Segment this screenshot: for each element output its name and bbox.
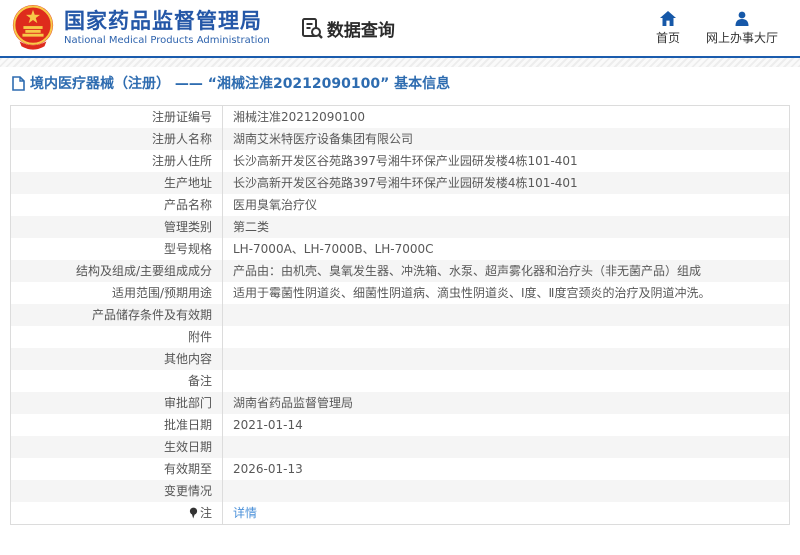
registration-info-table: 注册证编号 湘械注准20212090100 注册人名称 湖南艾米特医疗设备集团有限公司…: [10, 105, 790, 525]
row-label: 生产地址: [10, 172, 223, 194]
row-label: 注册人名称: [10, 128, 223, 150]
row-label: 变更情况: [10, 480, 223, 502]
site-title-block: 国家药品监督管理局 National Medical Products Admi…: [64, 8, 270, 47]
table-row: 生产地址 长沙高新开发区谷苑路397号湘牛环保产业园研发楼4栋101-401: [10, 172, 790, 194]
row-label: 生效日期: [10, 436, 223, 458]
table-row: 变更情况: [10, 480, 790, 502]
table-row: 注详情: [10, 502, 790, 525]
data-query-label: 数据查询: [326, 20, 395, 41]
info-table-body: 注册证编号 湘械注准20212090100 注册人名称 湖南艾米特医疗设备集团有限公司…: [10, 105, 790, 525]
row-value: 第二类: [222, 216, 790, 238]
row-label: 管理类别: [10, 216, 223, 238]
row-value: 产品由：由机壳、臭氧发生器、冲洗箱、水泵、超声雾化器和治疗头（非无菌产品）组成: [222, 260, 790, 282]
table-row: 结构及组成/主要组成成分 产品由：由机壳、臭氧发生器、冲洗箱、水泵、超声雾化器和治…: [10, 260, 790, 282]
row-label: 审批部门: [10, 392, 223, 414]
row-value: 湖南艾米特医疗设备集团有限公司: [222, 128, 790, 150]
row-label: 产品名称: [10, 194, 223, 216]
note-icon: [189, 507, 198, 519]
table-row: 备注: [10, 370, 790, 392]
table-row: 审批部门 湖南省药品监督管理局: [10, 392, 790, 414]
table-row: 附件: [10, 326, 790, 348]
row-value: 2026-01-13: [233, 462, 303, 476]
row-label: 适用范围/预期用途: [10, 282, 223, 304]
table-row: 注册人住所 长沙高新开发区谷苑路397号湘牛环保产业园研发楼4栋101-401: [10, 150, 790, 172]
row-value: 2021-01-14: [233, 418, 303, 432]
row-value: LH-7000A、LH-7000B、LH-7000C: [233, 242, 434, 256]
table-row: 适用范围/预期用途 适用于霉菌性阴道炎、细菌性阴道病、滴虫性阴道炎、Ⅰ度、Ⅱ度宫颈…: [10, 282, 790, 304]
row-label: 其他内容: [10, 348, 223, 370]
row-label: 型号规格: [10, 238, 223, 260]
nav-home-label: 首页: [655, 30, 680, 45]
row-label: 结构及组成/主要组成成分: [10, 260, 223, 282]
table-row: 产品储存条件及有效期: [10, 304, 790, 326]
row-label: 注册证编号: [10, 105, 223, 128]
detail-link[interactable]: 详情: [233, 506, 257, 520]
row-value: [222, 480, 790, 502]
row-value: 长沙高新开发区谷苑路397号湘牛环保产业园研发楼4栋101-401: [222, 172, 790, 194]
row-value: [222, 348, 790, 370]
row-label: 产品储存条件及有效期: [10, 304, 223, 326]
header-shadow-strip: [0, 58, 800, 67]
row-label: 注: [10, 502, 223, 525]
table-row: 注册证编号 湘械注准20212090100: [10, 105, 790, 128]
row-value: 医用臭氧治疗仪: [233, 198, 318, 212]
row-value: 详情: [223, 502, 790, 525]
row-value: [223, 370, 790, 392]
person-icon: [735, 11, 749, 26]
table-row: 产品名称 医用臭氧治疗仪: [10, 194, 790, 216]
nav-home[interactable]: 首页: [655, 10, 680, 46]
home-icon: [659, 10, 676, 26]
row-value: [223, 326, 790, 348]
table-row: 生效日期: [10, 436, 790, 458]
table-row: 批准日期 2021-01-14: [10, 414, 790, 436]
row-label: 注册人住所: [10, 150, 223, 172]
row-label: 有效期至: [10, 458, 223, 480]
page-header: 国家药品监督管理局 National Medical Products Admi…: [0, 0, 800, 58]
nav-service-hall[interactable]: 网上办事大厅: [706, 11, 778, 46]
national-emblem-logo: [12, 5, 54, 50]
breadcrumb-text: 境内医疗器械（注册） —— “湘械注准20212090100” 基本信息: [30, 76, 451, 92]
row-value: [222, 436, 790, 458]
row-value: 湘械注准20212090100: [233, 110, 365, 124]
row-label: 备注: [10, 370, 223, 392]
row-value: 适用于霉菌性阴道炎、细菌性阴道病、滴虫性阴道炎、Ⅰ度、Ⅱ度宫颈炎的治疗及阴道冲洗…: [233, 286, 711, 300]
data-query-icon: [301, 18, 323, 39]
table-row: 注册人名称 湖南艾米特医疗设备集团有限公司: [10, 128, 790, 150]
site-subtitle: National Medical Products Administration: [64, 35, 270, 47]
table-row: 其他内容: [10, 348, 790, 370]
row-value: 长沙高新开发区谷苑路397号湘牛环保产业园研发楼4栋101-401: [233, 154, 578, 168]
breadcrumb: 境内医疗器械（注册） —— “湘械注准20212090100” 基本信息: [0, 67, 800, 99]
row-value: [222, 304, 790, 326]
table-row: 有效期至 2026-01-13: [10, 458, 790, 480]
site-title: 国家药品监督管理局: [64, 8, 262, 33]
row-value: 湖南省药品监督管理局: [222, 392, 790, 414]
nav-service-hall-label: 网上办事大厅: [705, 30, 778, 45]
header-nav: 首页 网上办事大厅: [655, 10, 778, 46]
table-row: 型号规格 LH-7000A、LH-7000B、LH-7000C: [10, 238, 790, 260]
row-label: 附件: [10, 326, 223, 348]
document-icon: [12, 75, 25, 91]
row-label: 批准日期: [10, 414, 223, 436]
data-query-section[interactable]: 数据查询: [300, 16, 395, 41]
table-row: 管理类别 第二类: [10, 216, 790, 238]
